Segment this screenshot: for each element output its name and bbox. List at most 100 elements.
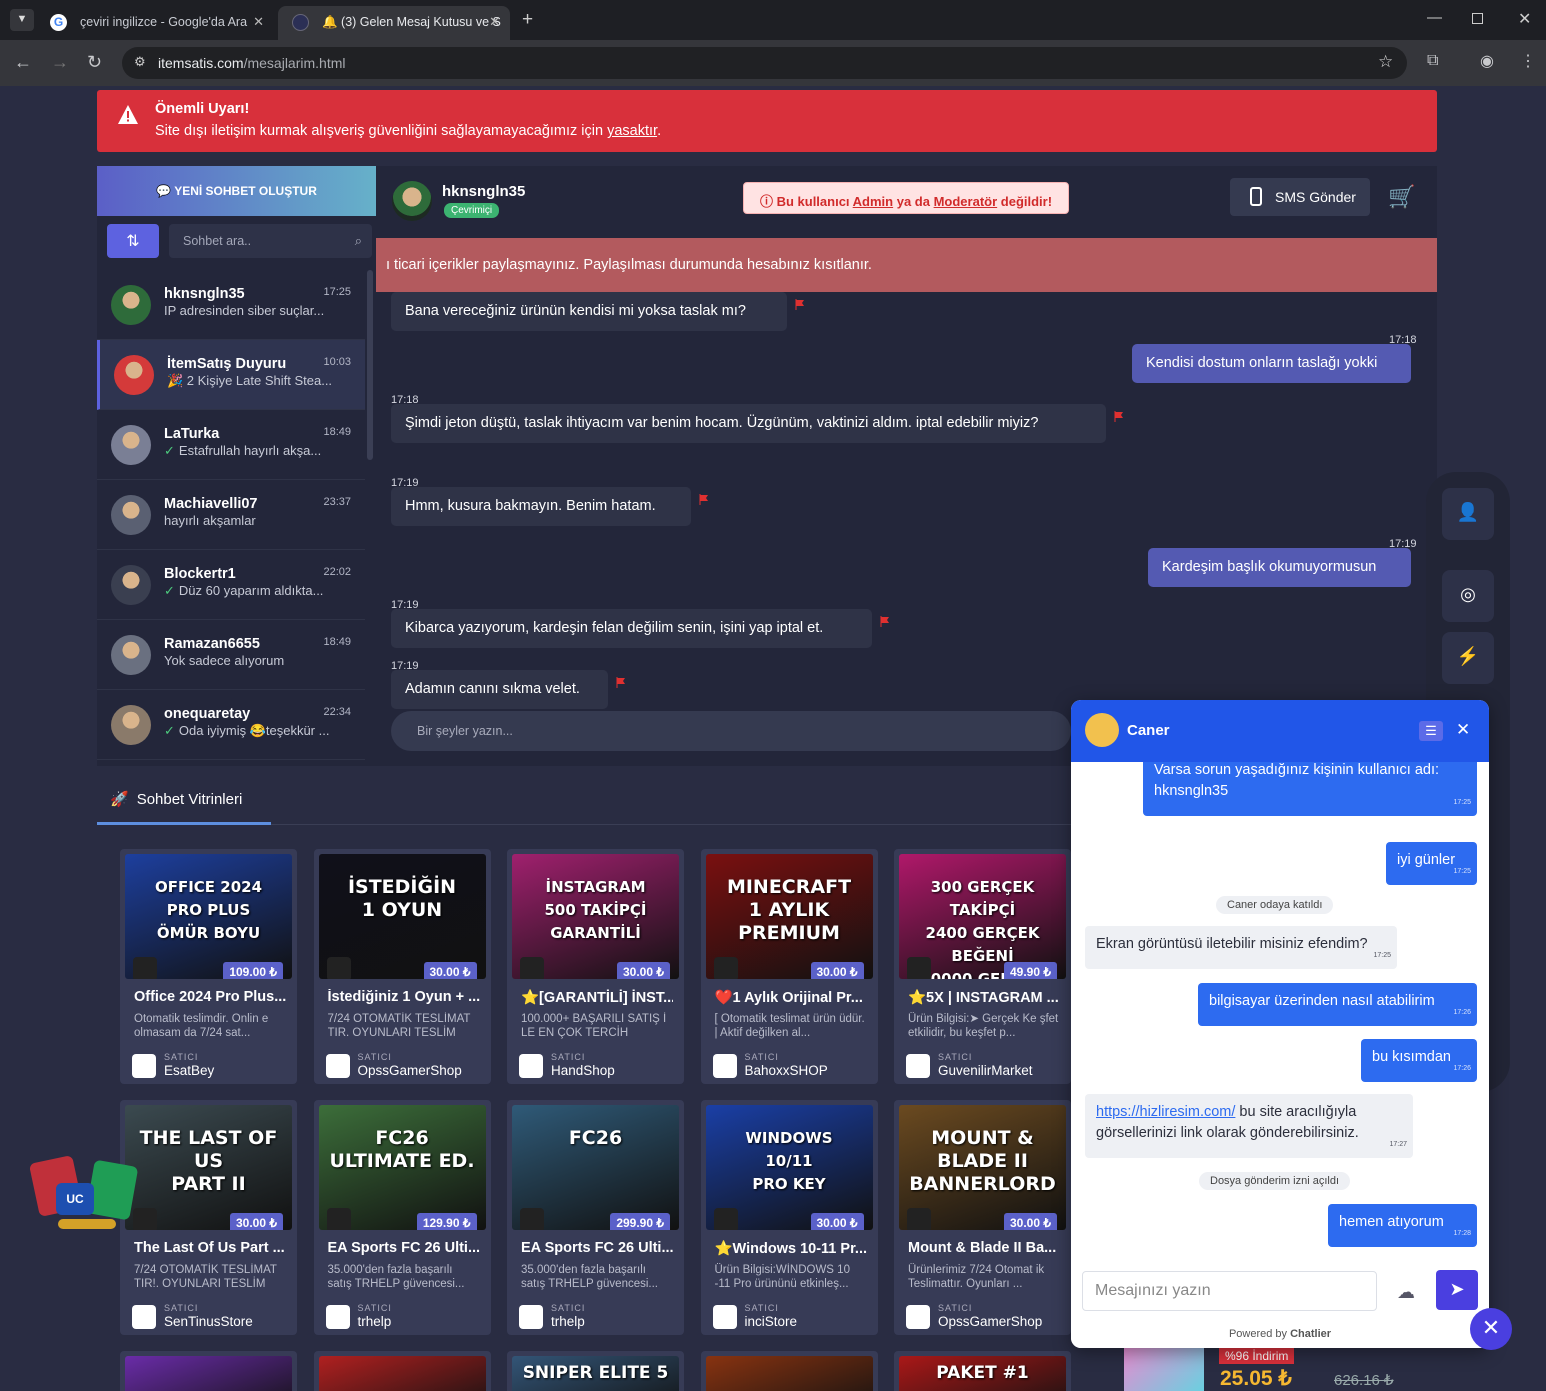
report-flag-icon[interactable] <box>699 492 709 505</box>
floating-promo-badge-icon[interactable]: UC <box>28 1151 140 1233</box>
product-card[interactable] <box>120 1351 297 1391</box>
upload-cloud-icon[interactable]: ☁ <box>1397 1282 1415 1303</box>
google-icon: G <box>50 14 67 31</box>
widget-toggle-close-button[interactable]: ✕ <box>1470 1308 1512 1350</box>
address-bar[interactable]: ⚙ itemsatis.com/mesajlarim.html ☆ <box>122 47 1407 79</box>
conversation-preview: 🎉 2 Kişiye Late Shift Stea... <box>167 373 347 389</box>
chat-message-input[interactable]: Bir şeyler yazın... <box>391 711 1071 751</box>
product-card[interactable]: WINDOWS 10/11 PRO KEY 30.00 ₺ ⭐Windows 10-… <box>700 1100 878 1335</box>
maximize-icon[interactable] <box>1472 13 1483 24</box>
chat-username[interactable]: hknsngln35 <box>442 183 525 200</box>
extensions-icon[interactable]: ⧉ <box>1427 52 1438 70</box>
showcase-tab[interactable]: 🚀 Sohbet Vitrinleri <box>110 790 242 808</box>
sort-button[interactable]: ⇅ <box>107 224 159 258</box>
product-image: MOUNT & BLADE II BANNERLORD 30.00 ₺ <box>899 1105 1066 1230</box>
browser-tab-itemsatis[interactable]: 🔔 (3) Gelen Mesaj Kutusu ve S ✕ <box>278 6 510 40</box>
product-card[interactable]: MINECRAFT 1 AYLIK PREMIUM 30.00 ₺ ❤️1 Aylı… <box>700 849 878 1084</box>
tab-list-chevron-icon[interactable]: ▼ <box>10 9 34 31</box>
new-chat-button[interactable]: 💬 YENİ SOHBET OLUŞTUR <box>97 166 376 216</box>
cart-icon[interactable]: 🛒 <box>1388 184 1415 210</box>
product-card[interactable]: PAKET #1 <box>894 1351 1071 1391</box>
new-tab-icon[interactable]: + <box>522 9 533 31</box>
product-card[interactable] <box>700 1351 878 1391</box>
report-flag-icon[interactable] <box>616 675 626 688</box>
message-link[interactable]: https://hizliresim.com/ <box>1096 1104 1235 1120</box>
system-notice: Caner odaya katıldı <box>1216 896 1334 914</box>
sms-send-button[interactable]: SMS Gönder <box>1230 178 1370 216</box>
product-card[interactable]: OFFICE 2024 PRO PLUS ÖMÜR BOYU 109.00 ₺ Of… <box>120 849 297 1084</box>
close-window-icon[interactable]: ✕ <box>1518 9 1531 29</box>
product-card[interactable]: FC26 299.90 ₺ EA Sports FC 26 Ulti... 35.00… <box>507 1100 684 1335</box>
sent-message: Kendisi dostum onların taslağı yokki <box>1132 344 1411 383</box>
report-flag-icon[interactable] <box>795 297 805 310</box>
profile-icon[interactable]: ◉ <box>1480 51 1494 71</box>
seller-name[interactable]: trhelp <box>358 1314 392 1329</box>
report-flag-icon[interactable] <box>880 614 890 627</box>
seller-name[interactable]: OpssGamerShop <box>358 1063 462 1078</box>
forward-icon[interactable]: → <box>51 52 69 73</box>
product-card[interactable]: İSTEDİĞİN 1 OYUN 30.00 ₺ İstediğiniz 1 Oyu… <box>313 849 491 1084</box>
seller-name[interactable]: trhelp <box>551 1314 585 1329</box>
bookmark-star-icon[interactable]: ☆ <box>1378 52 1393 72</box>
chatlier-brand[interactable]: Chatlier <box>1290 1328 1331 1340</box>
avatar[interactable] <box>392 181 432 221</box>
message-time: 17:25 <box>1373 952 1391 959</box>
report-flag-icon[interactable] <box>1114 409 1124 422</box>
support-chat-widget: Varsa sorun yaşadığınız kişinin kullanıc… <box>1071 700 1489 1348</box>
close-tab-icon[interactable]: ✕ <box>489 14 500 30</box>
close-tab-icon[interactable]: ✕ <box>253 14 264 30</box>
user-icon[interactable]: 👤 <box>1442 488 1494 540</box>
product-image: THE LAST OF US PART II 30.00 ₺ <box>125 1105 292 1230</box>
conversation-item[interactable]: LaTurka 18:49 ✓ Estafrullah hayırlı akşa... <box>97 410 365 480</box>
received-message: https://hizliresim.com/ bu site aracılığ… <box>1085 1094 1413 1158</box>
widget-menu-icon[interactable]: ☰ <box>1419 721 1443 741</box>
conversation-item[interactable]: onequaretay 22:34 ✓ Oda iyiymiş 😂teşekkür .… <box>97 690 365 760</box>
widget-close-icon[interactable]: ✕ <box>1456 720 1470 740</box>
conversation-item[interactable]: Ramazan6655 18:49 Yok sadece alıyorum <box>97 620 365 690</box>
conversation-item[interactable]: İtemSatış Duyuru 10:03 🎉 2 Kişiye Late Shi… <box>97 340 365 410</box>
conversation-item[interactable]: hknsngln35 17:25 IP adresinden siber suçla… <box>97 270 365 340</box>
seller-name[interactable]: EsatBey <box>164 1063 214 1078</box>
online-status-badge: Çevrimiçi <box>444 203 500 218</box>
product-card[interactable]: MOUNT & BLADE II BANNERLORD 30.00 ₺ Mount … <box>894 1100 1071 1335</box>
minimize-icon[interactable]: — <box>1427 9 1442 26</box>
widget-header: Caner ☰ ✕ <box>1071 700 1489 762</box>
sidebar-scrollbar[interactable] <box>367 270 373 460</box>
product-card[interactable]: FC26 ULTIMATE ED. 129.90 ₺ EA Sports FC 26… <box>313 1100 491 1335</box>
site-settings-icon[interactable]: ⚙ <box>134 54 146 70</box>
seller-name[interactable]: SenTinusStore <box>164 1314 253 1329</box>
reload-icon[interactable]: ↻ <box>87 52 102 73</box>
chat-search-input[interactable]: Sohbet ara.. ⌕ <box>169 224 372 258</box>
conversation-item[interactable]: Machiavelli07 23:37 hayırlı akşamlar <box>97 480 365 550</box>
menu-dots-icon[interactable]: ⋮ <box>1520 51 1536 71</box>
product-card[interactable]: İNSTAGRAM 500 TAKİPÇİ GARANTİLİ 30.00 ₺ ⭐[… <box>507 849 684 1084</box>
back-icon[interactable]: ← <box>14 52 32 73</box>
product-image-text: İSTEDİĞİN 1 OYUN <box>347 876 457 921</box>
seller-avatar <box>712 1305 737 1329</box>
seller-name[interactable]: OpssGamerShop <box>938 1314 1042 1329</box>
product-card[interactable]: THE LAST OF US PART II 30.00 ₺ The Last Of… <box>120 1100 297 1335</box>
platform-icon <box>713 1208 738 1230</box>
promo-product[interactable]: %96 İndirim 25.05 ₺ 626.16 ₺ <box>1124 1346 1426 1391</box>
instagram-icon[interactable]: ◎ <box>1442 570 1494 622</box>
conversation-item[interactable]: Blockertr1 22:02 ✓ Düz 60 yaparım aldıkta..… <box>97 550 365 620</box>
widget-message-input[interactable]: Mesajınızı yazın <box>1082 1271 1377 1311</box>
message-time: 17:25 <box>1453 868 1471 875</box>
seller-avatar <box>519 1054 543 1078</box>
seller-label: SATICI <box>938 1303 973 1313</box>
product-card[interactable] <box>313 1351 491 1391</box>
product-card[interactable]: 300 GERÇEK TAKİPÇİ 2400 GERÇEK BEĞENİ 20… <box>894 849 1071 1084</box>
seller-name[interactable]: HandShop <box>551 1063 615 1078</box>
lightning-icon[interactable]: ⚡ <box>1442 632 1494 684</box>
seller-name[interactable]: GuvenilirMarket <box>938 1063 1033 1078</box>
forbidden-link[interactable]: yasaktır <box>607 123 657 139</box>
send-icon[interactable]: ➤ <box>1436 1270 1478 1310</box>
platform-icon <box>713 957 738 979</box>
browser-tab-google[interactable]: G çeviri ingilizce - Google'da Ara ✕ <box>36 6 274 40</box>
seller-name[interactable]: BahoxxSHOP <box>745 1063 828 1078</box>
product-card[interactable]: SNIPER ELITE 5 <box>507 1351 684 1391</box>
active-tab-underline <box>97 822 271 825</box>
discount-badge: %96 İndirim <box>1219 1348 1295 1364</box>
itemsatis-favicon-icon <box>292 14 309 31</box>
seller-name[interactable]: inciStore <box>745 1314 798 1329</box>
